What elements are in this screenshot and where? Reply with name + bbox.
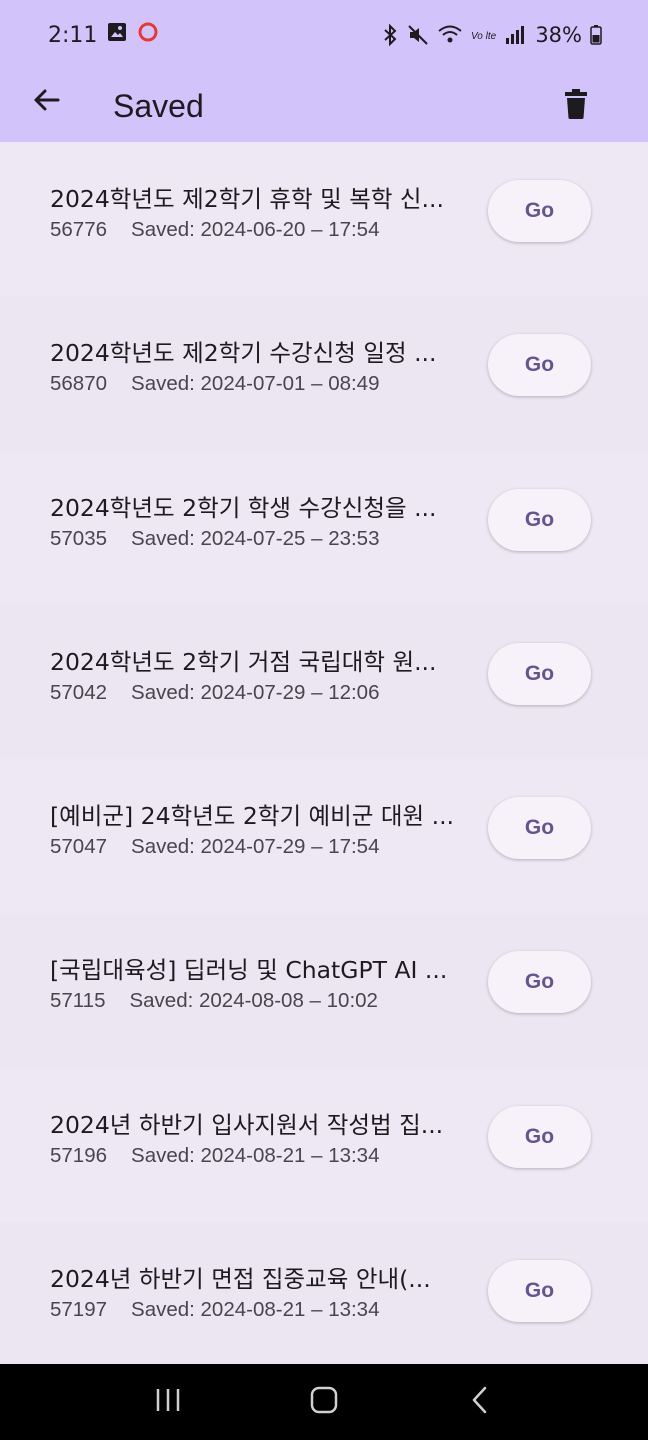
status-right: Vo lte 38% — [381, 23, 602, 47]
battery-text: 38% — [535, 23, 582, 47]
status-time: 2:11 — [48, 22, 98, 48]
item-id: 57197 — [50, 1298, 108, 1321]
list-item[interactable]: 2024년 하반기 면접 집중교육 안내(... 57197 Saved: 202… — [0, 1222, 648, 1376]
item-id: 56870 — [50, 372, 108, 395]
item-saved-time: Saved: 2024-08-08 – 10:02 — [129, 989, 378, 1012]
item-saved-time: Saved: 2024-08-21 – 13:34 — [131, 1144, 380, 1167]
battery-icon — [590, 24, 602, 46]
go-button[interactable]: Go — [488, 797, 591, 859]
item-meta: 57047 Saved: 2024-07-29 – 17:54 — [50, 835, 380, 859]
back-button[interactable] — [22, 78, 70, 126]
item-meta: 57042 Saved: 2024-07-29 – 12:06 — [50, 681, 380, 705]
item-title: 2024학년도 제2학기 휴학 및 복학 신... — [50, 185, 444, 213]
system-nav-bar — [0, 1364, 648, 1440]
bluetooth-icon — [381, 24, 399, 46]
delete-all-button[interactable] — [548, 78, 604, 134]
status-left: 2:11 — [48, 21, 159, 49]
volte-icon: Vo lte — [471, 24, 497, 46]
item-saved-time: Saved: 2024-07-25 – 23:53 — [131, 527, 380, 550]
home-button[interactable] — [294, 1372, 354, 1432]
go-button[interactable]: Go — [488, 1106, 591, 1168]
record-icon — [137, 21, 159, 49]
item-title: 2024학년도 2학기 학생 수강신청을 ... — [50, 494, 437, 522]
item-saved-time: Saved: 2024-07-01 – 08:49 — [131, 372, 380, 395]
item-saved-time: Saved: 2024-07-29 – 12:06 — [131, 681, 380, 704]
page-title: Saved — [113, 88, 204, 124]
list-item[interactable]: [국립대육성] 딥러닝 및 ChatGPT AI ... 57115 Saved:… — [0, 913, 648, 1067]
image-icon — [107, 22, 127, 48]
home-icon — [309, 1385, 339, 1419]
item-title: 2024학년도 2학기 거점 국립대학 원... — [50, 648, 437, 676]
list-item[interactable]: 2024학년도 2학기 거점 국립대학 원... 57042 Saved: 202… — [0, 605, 648, 759]
item-title: 2024년 하반기 면접 집중교육 안내(... — [50, 1265, 431, 1293]
item-id: 57035 — [50, 527, 108, 550]
saved-list: 2024학년도 제2학기 휴학 및 복학 신... 56776 Saved: 20… — [0, 142, 648, 1364]
wifi-icon — [437, 24, 463, 46]
nav-back-button[interactable] — [450, 1372, 510, 1432]
trash-icon — [562, 88, 590, 124]
go-button[interactable]: Go — [488, 643, 591, 705]
item-meta: 56870 Saved: 2024-07-01 – 08:49 — [50, 372, 380, 396]
item-meta: 57196 Saved: 2024-08-21 – 13:34 — [50, 1144, 380, 1168]
svg-text:Vo lte: Vo lte — [471, 31, 497, 42]
arrow-back-icon — [30, 84, 62, 120]
item-saved-time: Saved: 2024-06-20 – 17:54 — [131, 218, 380, 241]
item-meta: 57035 Saved: 2024-07-25 – 23:53 — [50, 527, 380, 551]
list-item[interactable]: 2024학년도 제2학기 휴학 및 복학 신... 56776 Saved: 20… — [0, 142, 648, 296]
go-button[interactable]: Go — [488, 489, 591, 551]
go-button[interactable]: Go — [488, 1260, 591, 1322]
item-title: 2024학년도 제2학기 수강신청 일정 ... — [50, 339, 437, 367]
item-saved-time: Saved: 2024-07-29 – 17:54 — [131, 835, 380, 858]
item-title: [예비군] 24학년도 2학기 예비군 대원 ... — [50, 802, 455, 830]
app-bar: Saved — [0, 70, 648, 142]
list-item[interactable]: 2024년 하반기 입사지원서 작성법 집... 57196 Saved: 202… — [0, 1068, 648, 1222]
item-saved-time: Saved: 2024-08-21 – 13:34 — [131, 1298, 380, 1321]
recents-icon — [154, 1386, 182, 1418]
item-meta: 56776 Saved: 2024-06-20 – 17:54 — [50, 218, 380, 242]
go-button[interactable]: Go — [488, 334, 591, 396]
recents-button[interactable] — [138, 1372, 198, 1432]
item-title: 2024년 하반기 입사지원서 작성법 집... — [50, 1111, 444, 1139]
mute-icon — [407, 24, 429, 46]
list-item[interactable]: 2024학년도 제2학기 수강신청 일정 ... 56870 Saved: 202… — [0, 296, 648, 450]
item-id: 57047 — [50, 835, 108, 858]
item-title: [국립대육성] 딥러닝 및 ChatGPT AI ... — [50, 956, 448, 984]
item-id: 57042 — [50, 681, 108, 704]
signal-icon — [505, 24, 527, 46]
back-icon — [468, 1385, 492, 1419]
go-button[interactable]: Go — [488, 951, 591, 1013]
list-item[interactable]: 2024학년도 2학기 학생 수강신청을 ... 57035 Saved: 202… — [0, 451, 648, 605]
go-button[interactable]: Go — [488, 180, 591, 242]
item-id: 56776 — [50, 218, 108, 241]
item-id: 57196 — [50, 1144, 108, 1167]
list-item[interactable]: [예비군] 24학년도 2학기 예비군 대원 ... 57047 Saved: 2… — [0, 759, 648, 913]
item-meta: 57197 Saved: 2024-08-21 – 13:34 — [50, 1298, 380, 1322]
item-id: 57115 — [50, 989, 106, 1012]
item-meta: 57115 Saved: 2024-08-08 – 10:02 — [50, 989, 378, 1013]
status-bar: 2:11 Vo lte 38% — [0, 0, 648, 70]
